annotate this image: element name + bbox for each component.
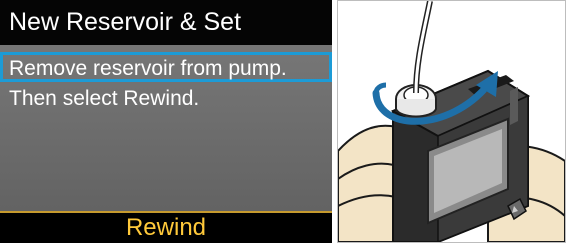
pump-illustration-panel [337, 0, 566, 243]
rewind-button[interactable]: Rewind [0, 211, 332, 243]
hand-holding-pump-illustration [338, 1, 565, 242]
instruction-line-selected[interactable]: Remove reservoir from pump. [0, 52, 332, 82]
screen-title: New Reservoir & Set [0, 0, 332, 45]
pump-screen: New Reservoir & Set Remove reservoir fro… [0, 0, 332, 243]
instruction-line[interactable]: Then select Rewind. [0, 85, 332, 115]
